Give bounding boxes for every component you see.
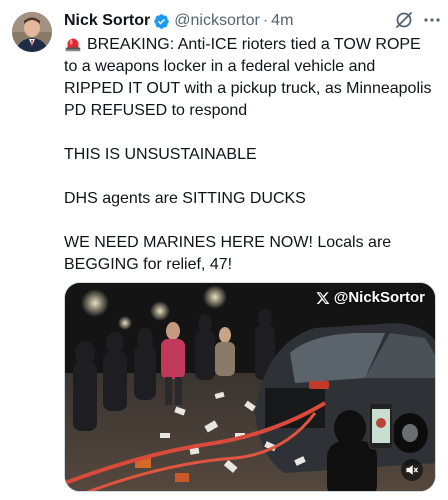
separator-dot: · xyxy=(262,12,269,29)
author-name[interactable]: Nick Sortor xyxy=(64,10,150,32)
watermark-handle: @NickSortor xyxy=(333,289,425,306)
video-watermark: @NickSortor xyxy=(316,289,425,306)
verified-badge-icon xyxy=(154,13,170,29)
grok-icon[interactable] xyxy=(394,10,414,30)
more-icon[interactable] xyxy=(422,10,442,30)
tweet-text: BREAKING: Anti-ICE rioters tied a TOW RO… xyxy=(64,34,436,276)
x-logo-icon xyxy=(316,291,330,304)
tweet-text-line-3: DHS agents are SITTING DUCKS xyxy=(64,190,306,207)
mute-button[interactable] xyxy=(401,459,423,481)
video-frame xyxy=(65,283,435,491)
tweet-card[interactable]: Nick Sortor @nicksortor · 4m BREAKING: A… xyxy=(0,0,448,500)
tweet-video[interactable]: @NickSortor xyxy=(64,282,436,492)
tweet-header: Nick Sortor @nicksortor · 4m xyxy=(64,10,436,32)
tweet-text-line-2: THIS IS UNSUSTAINABLE xyxy=(64,146,257,163)
muted-speaker-icon xyxy=(406,465,419,475)
avatar[interactable] xyxy=(12,12,52,52)
tweet-text-line-4: WE NEED MARINES HERE NOW! Locals are BEG… xyxy=(64,234,396,273)
siren-emoji-icon xyxy=(65,38,81,52)
tweet-timestamp[interactable]: 4m xyxy=(271,10,293,32)
tweet-text-line-1: BREAKING: Anti-ICE rioters tied a TOW RO… xyxy=(64,36,436,119)
author-handle[interactable]: @nicksortor xyxy=(174,10,260,32)
tweet-content: Nick Sortor @nicksortor · 4m BREAKING: A… xyxy=(64,10,436,276)
